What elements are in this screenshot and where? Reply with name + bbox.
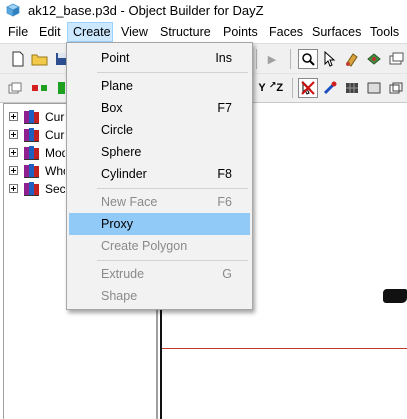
play-icon[interactable]: ▶	[262, 49, 282, 69]
menu-item-plane[interactable]: Plane	[69, 75, 250, 97]
view-box-icon[interactable]	[364, 78, 384, 98]
menu-item-sphere[interactable]: Sphere	[69, 141, 250, 163]
menu-item-point[interactable]: Point Ins	[69, 47, 250, 69]
grid-icon[interactable]	[342, 78, 362, 98]
layer-icon[interactable]	[5, 78, 25, 98]
expand-icon[interactable]	[9, 130, 18, 139]
menu-item-label: Plane	[101, 79, 133, 93]
viewport-axis-line	[162, 348, 407, 349]
points-icon[interactable]	[30, 78, 50, 98]
menu-item-shortcut: F7	[217, 101, 232, 115]
menu-item-label: Circle	[101, 123, 133, 137]
menu-item-proxy[interactable]: Proxy	[69, 213, 250, 235]
menu-item-label: Extrude	[101, 267, 145, 281]
select-cursor-icon[interactable]	[320, 49, 340, 69]
tree-item-label: Secti	[45, 182, 65, 196]
magnet-icon[interactable]	[320, 78, 340, 98]
menu-item-label: Shape	[101, 289, 138, 303]
tree-item-label: Mode	[45, 146, 65, 160]
no-selection-icon[interactable]	[298, 78, 318, 98]
books-icon	[24, 146, 39, 160]
menu-tools[interactable]: Tools	[364, 22, 405, 42]
menu-separator	[97, 72, 248, 73]
menu-bar: File Edit Create View Structure Points F…	[0, 22, 407, 42]
menu-structure[interactable]: Structure	[154, 22, 217, 42]
new-file-icon[interactable]	[8, 49, 28, 69]
window-title: ak12_base.p3d - Object Builder for DayZ	[28, 3, 264, 18]
create-menu-dropdown: Point Ins Plane Box F7 Circle Sphere Cyl…	[66, 42, 253, 310]
menu-item-label: New Face	[101, 195, 158, 209]
menu-item-box[interactable]: Box F7	[69, 97, 250, 119]
menu-item-new-face[interactable]: New Face F6	[69, 191, 250, 213]
menu-item-shape[interactable]: Shape	[69, 285, 250, 307]
menu-item-label: Proxy	[101, 217, 133, 231]
menu-file[interactable]: File	[2, 22, 34, 42]
menu-surfaces[interactable]: Surfaces	[306, 22, 367, 42]
layers-icon[interactable]	[386, 49, 406, 69]
books-icon	[24, 164, 39, 178]
menu-item-shortcut: F6	[217, 195, 232, 209]
menu-item-label: Point	[101, 51, 130, 65]
books-icon	[24, 182, 39, 196]
zoom-select-icon[interactable]	[298, 49, 318, 69]
menu-view[interactable]: View	[115, 22, 154, 42]
menu-item-create-polygon[interactable]: Create Polygon	[69, 235, 250, 257]
model-preview-shape	[383, 289, 407, 303]
open-folder-icon[interactable]	[30, 49, 50, 69]
menu-item-circle[interactable]: Circle	[69, 119, 250, 141]
expand-icon[interactable]	[9, 112, 18, 121]
menu-item-label: Box	[101, 101, 123, 115]
menu-item-shortcut: G	[222, 267, 232, 281]
cube-icon	[6, 3, 20, 17]
title-bar: ak12_base.p3d - Object Builder for DayZ	[0, 0, 407, 22]
tree-item-label: Curr	[45, 110, 65, 124]
texture-icon[interactable]	[364, 49, 384, 69]
menu-item-label: Sphere	[101, 145, 142, 159]
tree-item-label: Curr	[45, 128, 65, 142]
menu-points[interactable]: Points	[217, 22, 264, 42]
books-icon	[24, 110, 39, 124]
menu-item-label: Cylinder	[101, 167, 147, 181]
view-frame-icon[interactable]	[386, 78, 406, 98]
menu-item-shortcut: Ins	[215, 51, 232, 65]
menu-item-label: Create Polygon	[101, 239, 188, 253]
menu-separator	[97, 260, 248, 261]
menu-item-cylinder[interactable]: Cylinder F8	[69, 163, 250, 185]
axis-z-icon[interactable]: ↗ Z	[266, 78, 286, 98]
menu-create[interactable]: Create	[67, 22, 113, 42]
menu-faces[interactable]: Faces	[263, 22, 309, 42]
menu-edit[interactable]: Edit	[33, 22, 67, 42]
paint-icon[interactable]	[342, 49, 362, 69]
expand-icon[interactable]	[9, 148, 18, 157]
expand-icon[interactable]	[9, 166, 18, 175]
tree-item-label: Who	[45, 164, 65, 178]
menu-item-shortcut: F8	[217, 167, 232, 181]
menu-item-extrude[interactable]: Extrude G	[69, 263, 250, 285]
menu-separator	[97, 188, 248, 189]
books-icon	[24, 128, 39, 142]
expand-icon[interactable]	[9, 184, 18, 193]
